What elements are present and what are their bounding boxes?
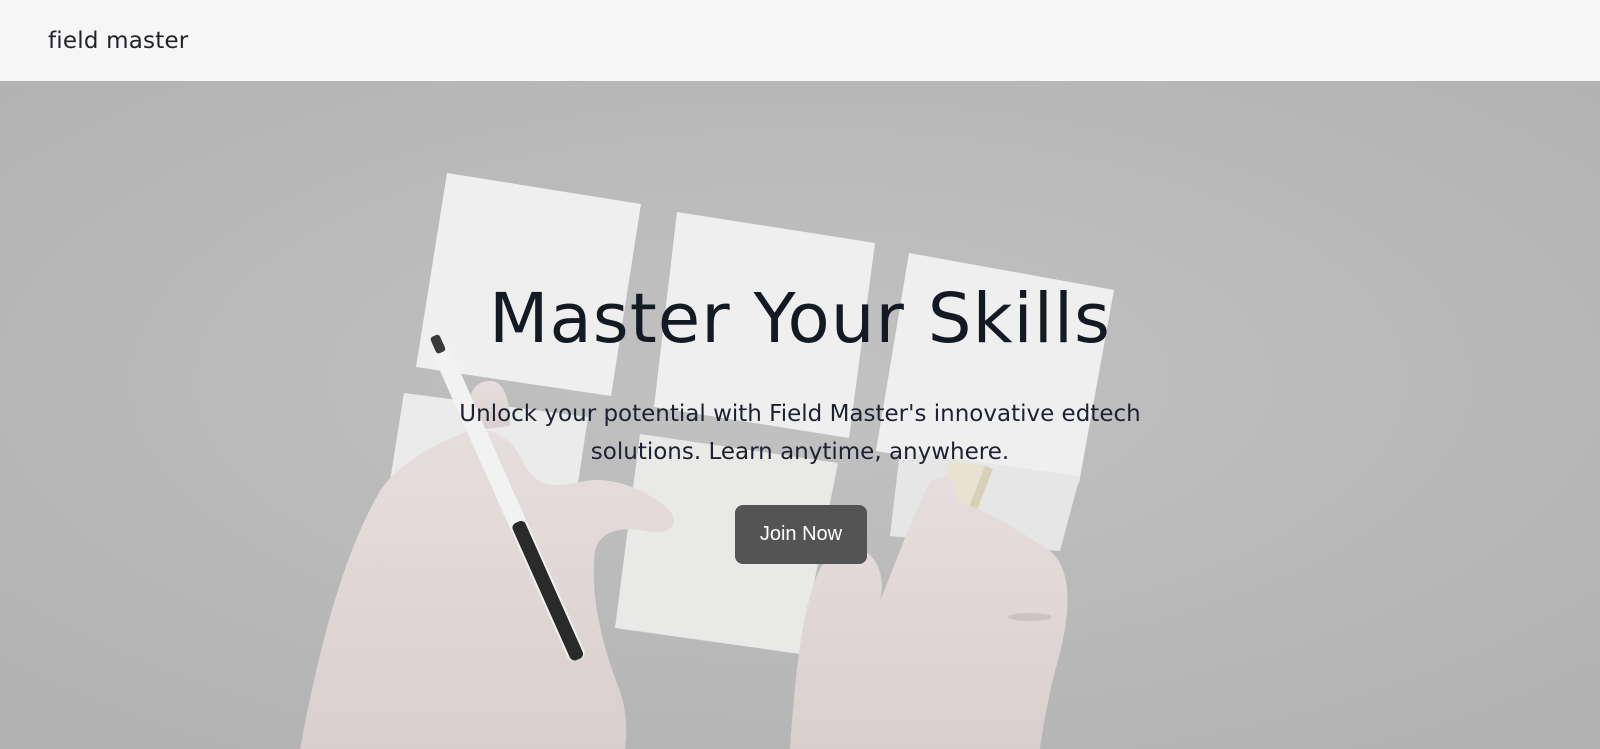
brand-logo-link[interactable]: field master: [48, 28, 188, 54]
hero-subtitle: Unlock your potential with Field Master'…: [459, 401, 1141, 465]
hero-section: Master Your Skills Unlock your potential…: [0, 81, 1600, 749]
hero-content: Master Your Skills Unlock your potential…: [0, 81, 1600, 749]
join-now-button[interactable]: Join Now: [735, 505, 867, 564]
navbar: field master: [0, 0, 1600, 81]
hero-title: Master Your Skills: [488, 279, 1112, 359]
